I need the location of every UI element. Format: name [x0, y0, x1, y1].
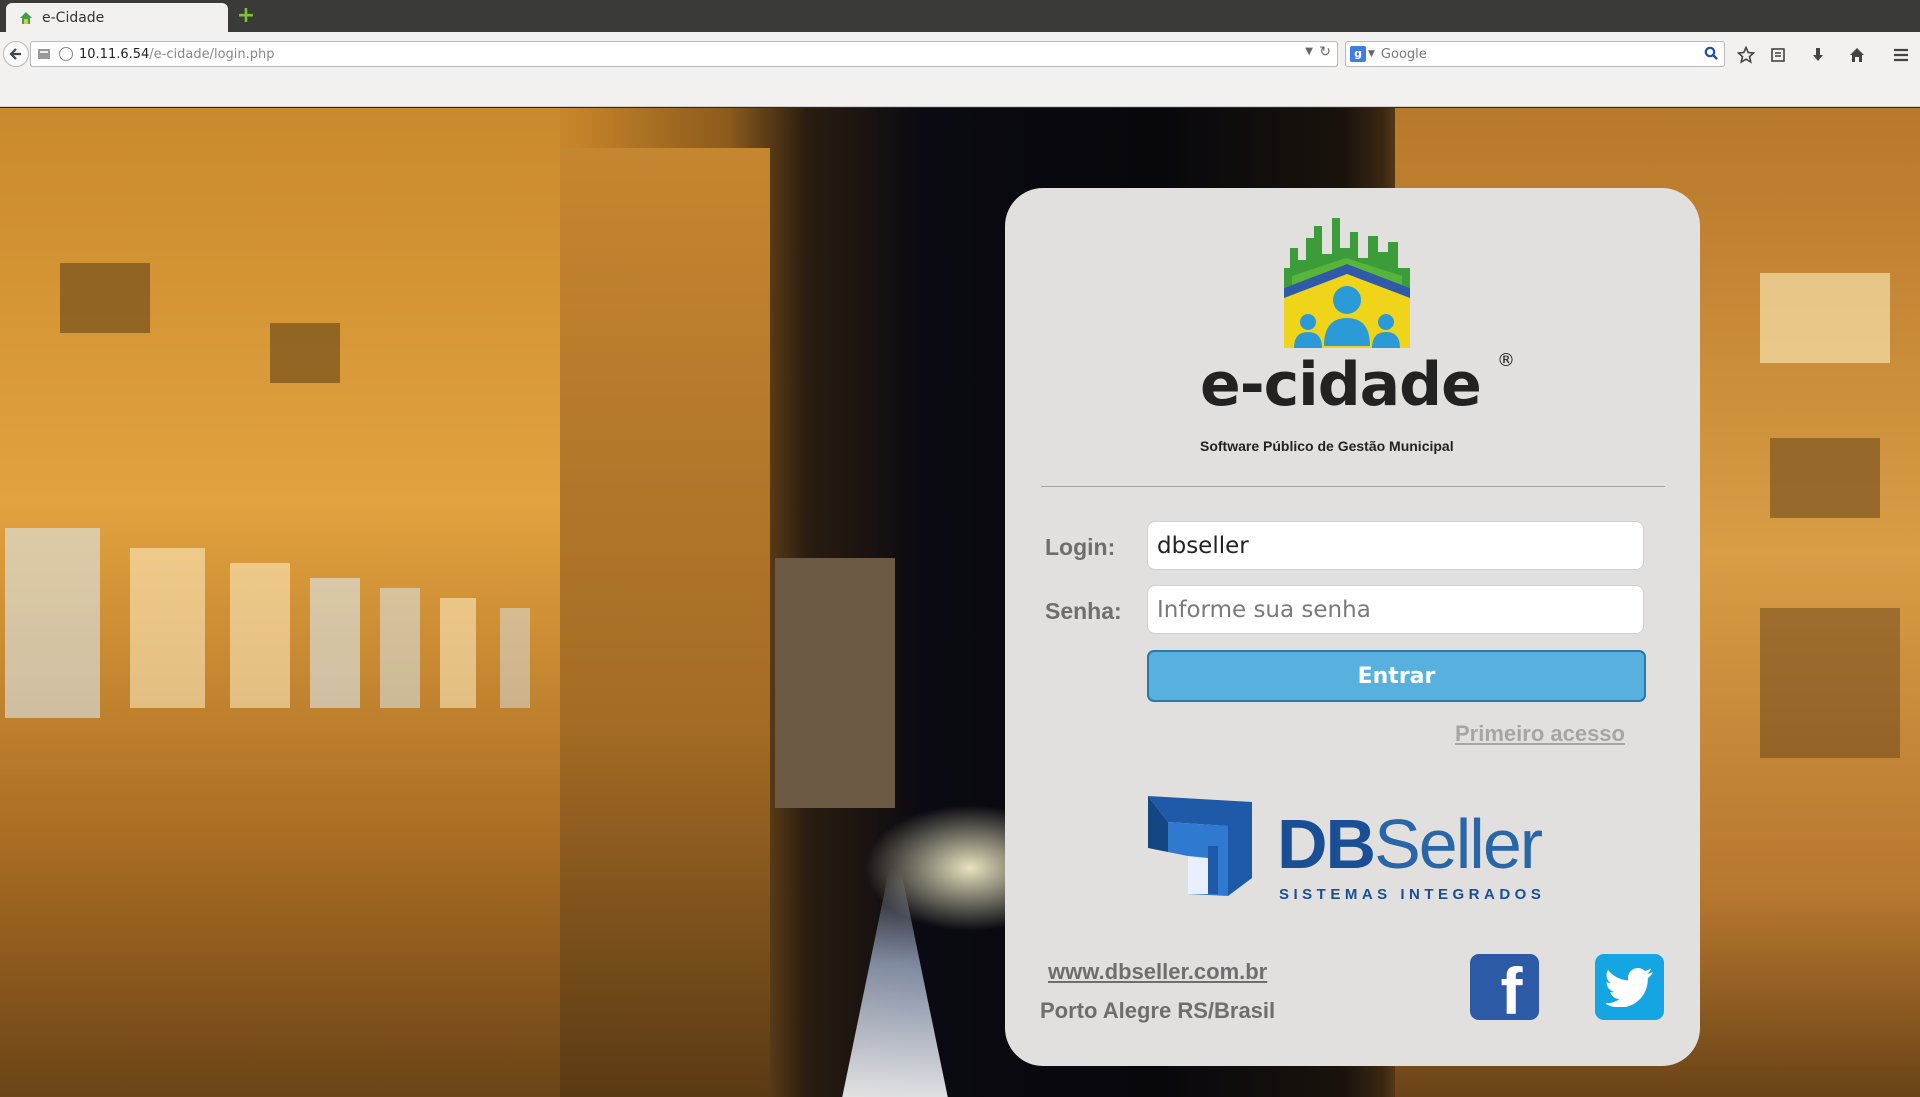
divider: [1041, 486, 1665, 487]
e-cidade-logo: e-cidade ® Software Público de Gestão Mu…: [1200, 218, 1540, 454]
location-text: Porto Alegre RS/Brasil: [1040, 998, 1276, 1023]
window: [270, 323, 340, 383]
download-icon[interactable]: [1807, 44, 1829, 66]
url-path: /e-cidade/login.php: [149, 46, 275, 62]
globe-icon: [59, 47, 73, 61]
window: [60, 263, 150, 333]
login-label: Login:: [1045, 534, 1116, 560]
url-bar[interactable]: 10.11.6.54/e-cidade/login.php ▼ ↻: [30, 41, 1338, 67]
twitter-button[interactable]: [1595, 954, 1664, 1020]
login-card: e-cidade ® Software Público de Gestão Mu…: [1005, 188, 1700, 1066]
login-field[interactable]: [1147, 521, 1644, 570]
dbseller-emblem: [1148, 796, 1252, 896]
back-button[interactable]: [3, 41, 29, 67]
tab-title: e-Cidade: [42, 9, 105, 26]
window: [1760, 273, 1890, 363]
home-favicon: [20, 11, 32, 24]
logo-subtitle: Software Público de Gestão Municipal: [1200, 438, 1454, 454]
engine-dropdown-icon[interactable]: ▼: [1368, 49, 1375, 59]
window: [230, 563, 290, 708]
window: [500, 608, 530, 708]
facebook-button[interactable]: f: [1470, 954, 1539, 1020]
search-bar[interactable]: g ▼: [1345, 41, 1725, 67]
browser-nav-bar: 10.11.6.54/e-cidade/login.php ▼ ↻ g ▼: [0, 32, 1920, 107]
window: [130, 548, 205, 708]
window: [440, 598, 476, 708]
window: [5, 528, 100, 718]
browser-tab-bar: e-Cidade +: [0, 0, 1920, 32]
facebook-icon: f: [1500, 954, 1523, 1020]
window: [310, 578, 360, 708]
light-trails: [840, 868, 950, 1097]
search-engine-icon[interactable]: g: [1350, 46, 1366, 62]
url-dropdown-icon[interactable]: ▼: [1305, 46, 1313, 57]
window: [1760, 608, 1900, 758]
dbseller-db: DB: [1277, 805, 1376, 883]
bookmarks-list-icon[interactable]: [1767, 44, 1789, 66]
first-access-link[interactable]: Primeiro acesso: [1455, 721, 1625, 747]
e-cidade-emblem: [1284, 218, 1410, 348]
reload-icon[interactable]: ↻: [1319, 44, 1331, 60]
dbseller-logo: DBSeller SISTEMAS INTEGRADOS: [1148, 796, 1568, 906]
password-label: Senha:: [1045, 598, 1122, 624]
magnifier-icon[interactable]: [1704, 46, 1718, 60]
website-link[interactable]: www.dbseller.com.br: [1048, 959, 1267, 985]
url-text[interactable]: 10.11.6.54/e-cidade/login.php: [79, 47, 275, 62]
dbseller-wordmark: DBSeller: [1277, 809, 1543, 879]
new-tab-icon[interactable]: +: [236, 5, 256, 27]
back-arrow-icon: [9, 48, 21, 60]
site-identity-icon[interactable]: [35, 46, 53, 62]
home-icon[interactable]: [1846, 44, 1868, 66]
entrar-button[interactable]: Entrar: [1147, 650, 1646, 702]
distant-building: [775, 558, 895, 808]
bookmark-star-icon[interactable]: [1735, 44, 1757, 66]
search-input[interactable]: [1380, 46, 1701, 62]
registered-mark: ®: [1497, 350, 1515, 371]
center-left-building: [560, 148, 770, 1097]
window: [380, 588, 420, 708]
company-tagline: SISTEMAS INTEGRADOS: [1279, 886, 1546, 903]
menu-icon[interactable]: [1890, 44, 1912, 66]
url-host: 10.11.6.54: [79, 46, 150, 62]
logo-title: e-cidade: [1200, 350, 1482, 420]
twitter-icon: [1605, 968, 1653, 1007]
dbseller-seller: Seller: [1374, 805, 1543, 883]
window: [1770, 438, 1880, 518]
browser-tab[interactable]: e-Cidade: [6, 3, 228, 32]
password-field[interactable]: [1147, 585, 1644, 634]
